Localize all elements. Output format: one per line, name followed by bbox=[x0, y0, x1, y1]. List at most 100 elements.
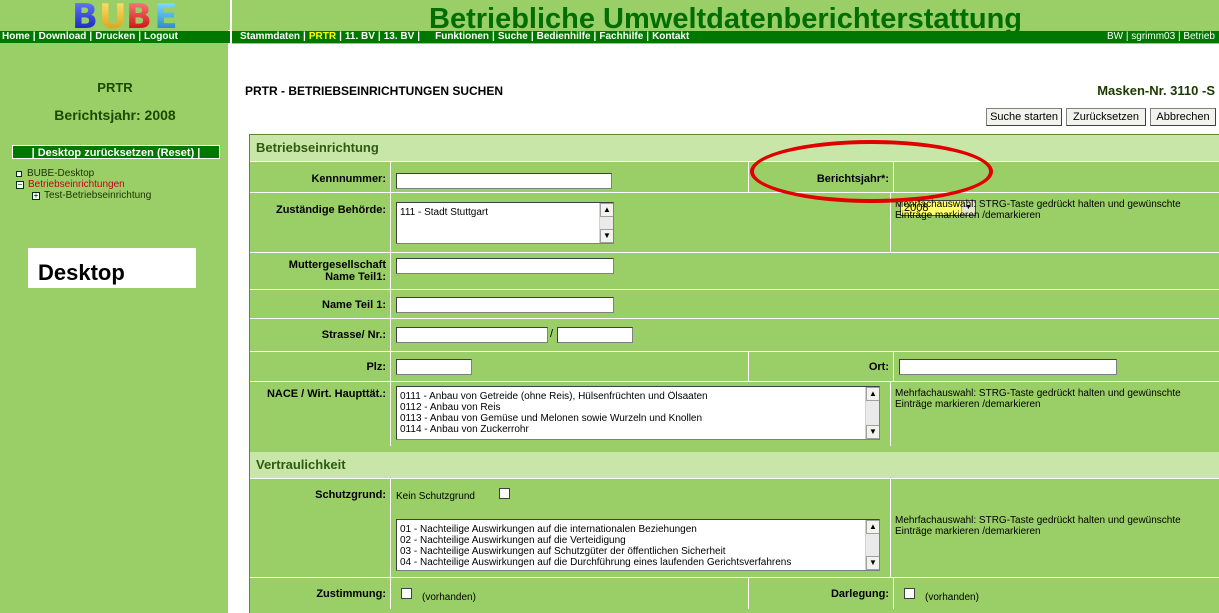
mask-number: Masken-Nr. 3110 -S bbox=[1097, 83, 1215, 98]
list-option[interactable]: 03 - Nachteilige Auswirkungen auf Schutz… bbox=[400, 546, 861, 557]
nav-funktionen[interactable]: Funktionen bbox=[435, 31, 489, 42]
row-name-teil1: Name Teil 1: bbox=[250, 289, 1219, 318]
scrollbar[interactable]: ▲ ▼ bbox=[865, 520, 879, 570]
nav-home[interactable]: Home bbox=[2, 31, 30, 42]
nav-separator: | bbox=[492, 31, 495, 42]
tree-item-test-betriebseinrichtung[interactable]: + Test-Betriebseinrichtung bbox=[16, 190, 151, 201]
nace-cell: 0111 - Anbau von Getreide (ohne Reis), H… bbox=[391, 382, 890, 446]
nav-download[interactable]: Download bbox=[39, 31, 87, 42]
schutzgrund-options: 01 - Nachteilige Auswirkungen auf die in… bbox=[400, 524, 861, 568]
collapse-icon[interactable]: − bbox=[16, 180, 24, 189]
kennnummer-label: Kennnummer: bbox=[250, 162, 391, 192]
nav-fachhilfe[interactable]: Fachhilfe bbox=[599, 31, 643, 42]
mutter-cell bbox=[391, 253, 1219, 289]
zustimmung-checkbox[interactable] bbox=[401, 588, 412, 599]
scroll-up-icon[interactable]: ▲ bbox=[866, 520, 879, 534]
name1-label: Name Teil 1: bbox=[250, 290, 391, 318]
scroll-down-icon[interactable]: ▼ bbox=[600, 229, 613, 243]
darlegung-label: Darlegung: bbox=[749, 578, 894, 609]
row-behoerde: Zuständige Behörde: 111 - Stadt Stuttgar… bbox=[250, 192, 1219, 252]
ort-input[interactable] bbox=[899, 359, 1117, 375]
muttergesellschaft-input[interactable] bbox=[396, 258, 614, 274]
list-option[interactable]: 0111 - Anbau von Getreide (ohne Reis), H… bbox=[400, 391, 861, 402]
hausnummer-input[interactable] bbox=[557, 327, 633, 343]
kennnummer-input[interactable] bbox=[396, 173, 612, 189]
nav-drucken[interactable]: Drucken bbox=[95, 31, 135, 42]
logo-letter: B bbox=[72, 0, 98, 37]
reset-button[interactable]: Zurücksetzen bbox=[1066, 108, 1146, 126]
behoerde-label: Zuständige Behörde: bbox=[250, 193, 391, 252]
ort-cell bbox=[894, 352, 1219, 381]
ort-label: Ort: bbox=[749, 352, 894, 381]
scrollbar[interactable]: ▲ ▼ bbox=[865, 387, 879, 439]
strasse-input[interactable] bbox=[396, 327, 548, 343]
mutter-label-line2: Name Teil1: bbox=[325, 271, 386, 283]
list-option[interactable]: 0114 - Anbau von Zuckerrohr bbox=[400, 424, 861, 435]
logo-area: B U B E bbox=[0, 0, 230, 34]
list-option[interactable]: 04 - Nachteilige Auswirkungen auf die Du… bbox=[400, 557, 861, 568]
bube-logo[interactable]: B U B E bbox=[72, 0, 182, 34]
plz-input[interactable] bbox=[396, 359, 472, 375]
nav-separator: | bbox=[417, 31, 421, 42]
nace-hint: Mehrfachauswahl: STRG-Taste gedrückt hal… bbox=[890, 382, 1219, 446]
schutzgrund-cell: Kein Schutzgrund 01 - Nachteilige Auswir… bbox=[391, 479, 890, 577]
search-button[interactable]: Suche starten bbox=[986, 108, 1062, 126]
behoerde-options: 111 - Stadt Stuttgart bbox=[400, 207, 595, 218]
nace-listbox[interactable]: 0111 - Anbau von Getreide (ohne Reis), H… bbox=[396, 386, 880, 440]
scrollbar[interactable]: ▲ ▼ bbox=[599, 203, 613, 243]
nav-kontakt[interactable]: Kontakt bbox=[652, 31, 689, 42]
list-option[interactable]: 02 - Nachteilige Auswirkungen auf die Ve… bbox=[400, 535, 861, 546]
top-nav: Stammdaten | PRTR | 11. BV | 13. BV | Funktionen… bbox=[232, 31, 1219, 43]
desktop-label: Desktop bbox=[28, 248, 196, 288]
behoerde-hint: Mehrfachauswahl: STRG-Taste gedrückt hal… bbox=[890, 193, 1219, 252]
list-option[interactable]: 111 - Stadt Stuttgart bbox=[400, 207, 595, 218]
nav-logout[interactable]: Logout bbox=[144, 31, 178, 42]
tree-item-label: Test-Betriebseinrichtung bbox=[44, 190, 152, 201]
kein-schutzgrund-checkbox[interactable] bbox=[499, 488, 510, 499]
list-option[interactable]: 0112 - Anbau von Reis bbox=[400, 402, 861, 413]
left-nav: Home | Download | Drucken | Logout bbox=[0, 31, 230, 43]
tree-item-betriebseinrichtungen[interactable]: − Betriebseinrichtungen bbox=[16, 179, 151, 190]
tree-item-bube-desktop[interactable]: BUBE-Desktop bbox=[16, 168, 151, 179]
mutter-label-line1: Muttergesellschaft bbox=[288, 259, 386, 271]
nav-bedienhilfe[interactable]: Bedienhilfe bbox=[537, 31, 591, 42]
behoerde-cell: 111 - Stadt Stuttgart ▲ ▼ bbox=[391, 193, 890, 252]
nav-prtr[interactable]: PRTR bbox=[309, 31, 336, 42]
cancel-button[interactable]: Abbrechen bbox=[1150, 108, 1216, 126]
zustimmung-value: (vorhanden) bbox=[422, 592, 476, 603]
nav-separator: | bbox=[377, 31, 381, 42]
darlegung-checkbox[interactable] bbox=[904, 588, 915, 599]
desktop-reset-button[interactable]: | Desktop zurücksetzen (Reset) | bbox=[12, 145, 220, 159]
nav-11-bv[interactable]: 11. BV bbox=[345, 31, 375, 42]
list-option[interactable]: 01 - Nachteilige Auswirkungen auf die in… bbox=[400, 524, 861, 535]
row-nace: NACE / Wirt. Haupttät.: 0111 - Anbau von… bbox=[250, 381, 1219, 446]
tree-item-label: Betriebseinrichtungen bbox=[28, 179, 125, 190]
nace-options: 0111 - Anbau von Getreide (ohne Reis), H… bbox=[400, 391, 861, 435]
schutzgrund-label: Schutzgrund: bbox=[250, 479, 391, 577]
nav-separator: | bbox=[646, 31, 650, 42]
nav-13-bv[interactable]: 13. BV bbox=[384, 31, 415, 42]
scroll-down-icon[interactable]: ▼ bbox=[866, 556, 879, 570]
scroll-up-icon[interactable]: ▲ bbox=[600, 203, 613, 217]
expand-icon[interactable]: + bbox=[32, 191, 40, 200]
row-schutzgrund: Schutzgrund: Kein Schutzgrund 01 - Nacht… bbox=[250, 478, 1219, 577]
nav-separator: | bbox=[303, 31, 306, 42]
nav-stammdaten[interactable]: Stammdaten bbox=[240, 31, 300, 42]
sidebar-module: PRTR bbox=[97, 80, 133, 95]
scroll-up-icon[interactable]: ▲ bbox=[866, 387, 879, 401]
nav-suche[interactable]: Suche bbox=[498, 31, 528, 42]
zustimmung-cell: (vorhanden) bbox=[391, 578, 749, 609]
navigation-tree: BUBE-Desktop − Betriebseinrichtungen + T… bbox=[16, 168, 151, 201]
list-option[interactable]: 0113 - Anbau von Gemüse und Melonen sowi… bbox=[400, 413, 861, 424]
scroll-down-icon[interactable]: ▼ bbox=[866, 425, 879, 439]
berichtsjahr-label: Berichtsjahr*: bbox=[749, 162, 894, 192]
nace-label: NACE / Wirt. Haupttät.: bbox=[250, 382, 391, 446]
schutzgrund-listbox[interactable]: 01 - Nachteilige Auswirkungen auf die in… bbox=[396, 519, 880, 571]
name1-cell bbox=[391, 290, 1219, 318]
behoerde-listbox[interactable]: 111 - Stadt Stuttgart ▲ ▼ bbox=[396, 202, 614, 244]
logo-letter: E bbox=[154, 0, 178, 37]
section-betriebseinrichtung: Betriebseinrichtung bbox=[250, 135, 1219, 161]
darlegung-cell: (vorhanden) bbox=[894, 578, 1219, 609]
nav-separator: | bbox=[89, 31, 93, 42]
name-teil1-input[interactable] bbox=[396, 297, 614, 313]
